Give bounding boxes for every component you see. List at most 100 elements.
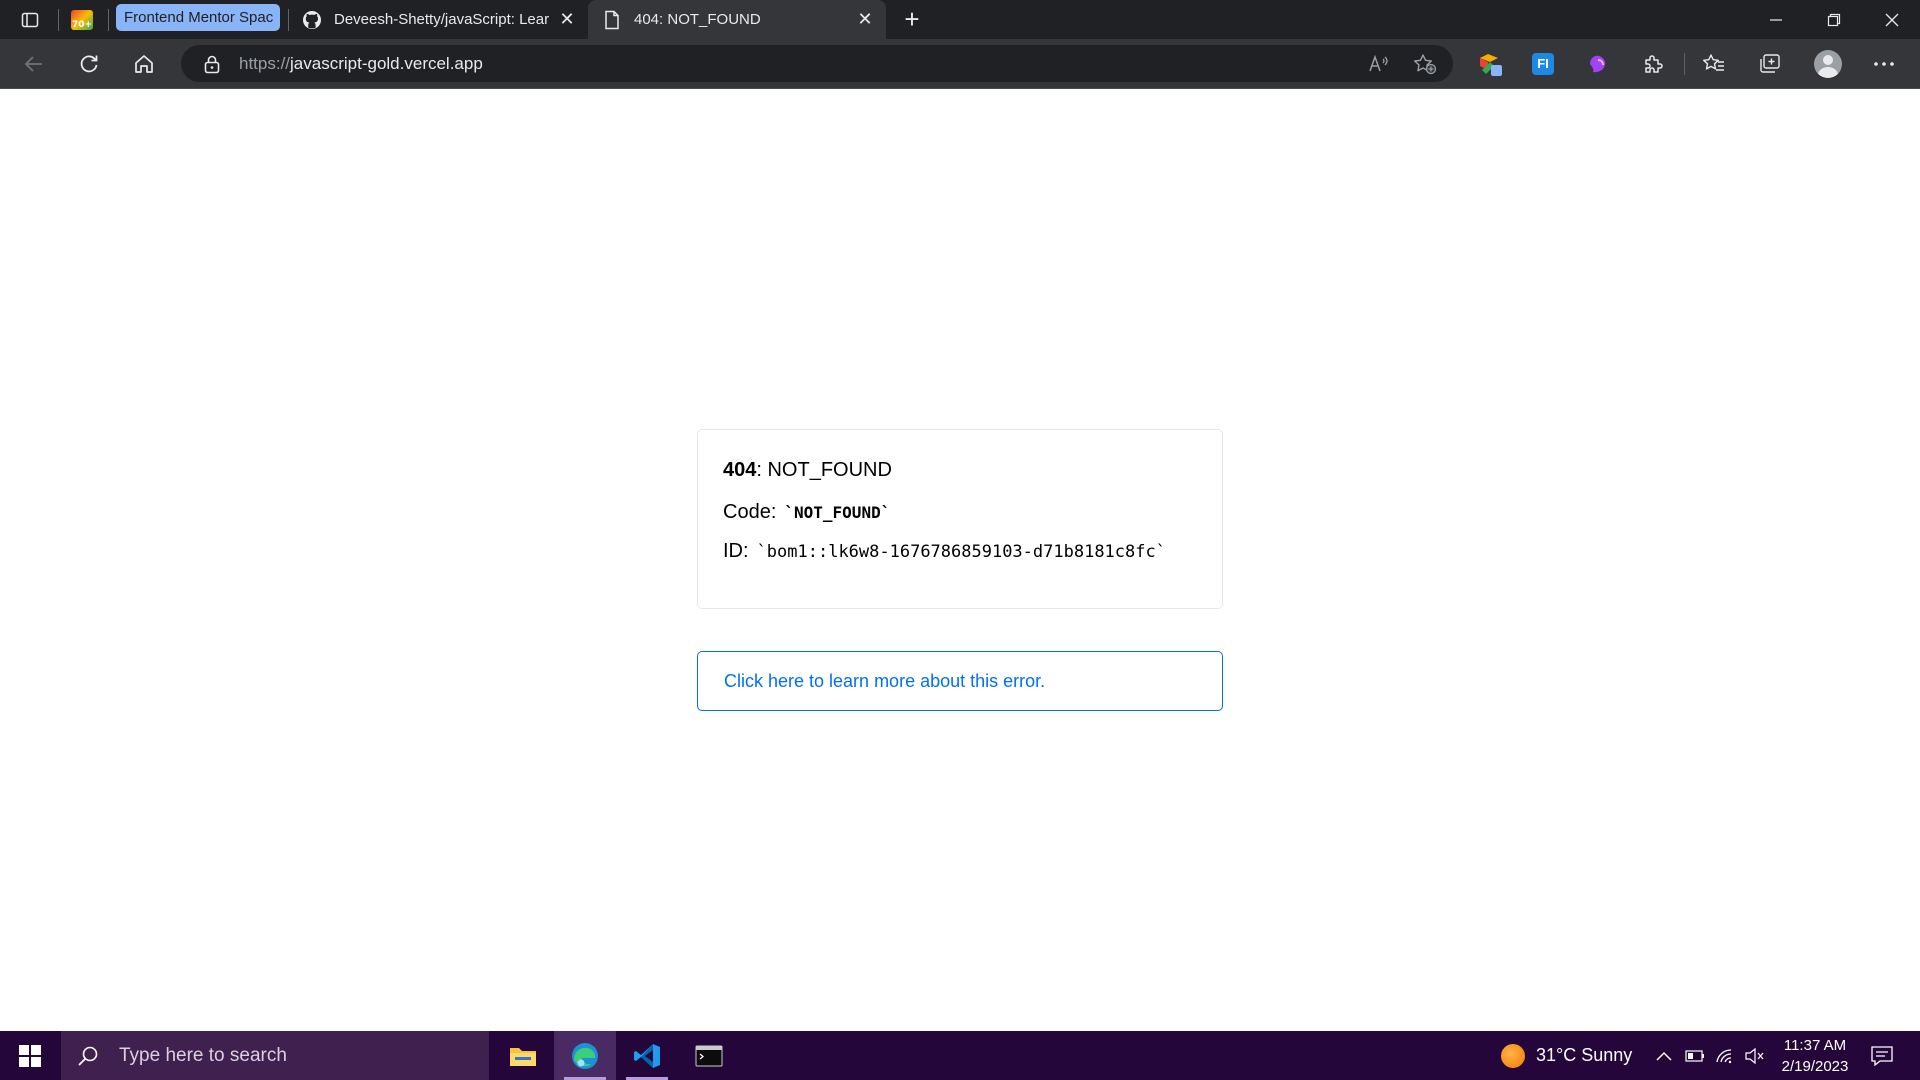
pinned-tab[interactable]: 70+ [64, 0, 100, 39]
clock-button[interactable]: 11:37 AM 2/19/2023 [1772, 1031, 1858, 1080]
lock-icon[interactable] [199, 54, 225, 74]
tab-separator [108, 9, 109, 31]
refresh-icon [80, 55, 98, 72]
error-card: 404: NOT_FOUND Code: `NOT_FOUND` ID: `bo… [697, 429, 1223, 609]
browser-toolbar: https://javascript-gold.vercel.app FI [0, 39, 1920, 89]
home-icon [135, 54, 153, 73]
settings-more-button[interactable] [1862, 39, 1906, 88]
battery-button[interactable] [1682, 1031, 1708, 1080]
tab-actions-icon [21, 12, 39, 27]
error-id-label: ID: [723, 540, 749, 562]
page-icon [602, 10, 622, 30]
read-aloud-icon [1369, 54, 1388, 71]
extension-button-purple[interactable] [1576, 39, 1620, 88]
search-placeholder: Type here to search [119, 1044, 287, 1066]
profile-button[interactable] [1806, 39, 1850, 88]
read-aloud-button[interactable] [1359, 45, 1399, 82]
clock-time: 11:37 AM [1783, 1036, 1847, 1054]
extensions-button[interactable] [1631, 39, 1675, 88]
collections-button[interactable] [1748, 39, 1792, 88]
taskbar-edge[interactable] [554, 1031, 616, 1080]
learn-more-error-link[interactable]: Click here to learn more about this erro… [697, 651, 1223, 711]
pinned-tab-badge: 70+ [71, 19, 93, 30]
favorites-list-icon [1703, 53, 1724, 71]
speaker-muted-icon [1745, 1047, 1764, 1064]
tab-github-javascript[interactable]: Deveesh-Shetty/javaScript: Learn ✕ [298, 0, 588, 39]
star-add-icon [1414, 53, 1437, 74]
clock-date: 2/19/2023 [1781, 1057, 1849, 1075]
tab-close-button[interactable]: ✕ [854, 9, 876, 31]
chevron-up-icon [1656, 1051, 1672, 1061]
terminal-icon [695, 1045, 723, 1066]
new-tab-button[interactable]: + [894, 0, 930, 39]
puzzle-icon [1645, 54, 1663, 73]
tab-group-frontend-mentor[interactable]: Frontend Mentor Spac [116, 4, 280, 31]
url-host: javascript-gold.vercel.app [290, 53, 483, 73]
error-code-value: `NOT_FOUND` [784, 503, 891, 522]
clock: 11:37 AM 2/19/2023 [1782, 1035, 1849, 1077]
tab-group-label: Frontend Mentor Spac [124, 9, 274, 26]
toolbar-separator [1684, 53, 1685, 75]
tab-close-button[interactable]: ✕ [556, 9, 578, 31]
volume-button[interactable] [1742, 1031, 1768, 1080]
more-icon [1874, 61, 1894, 66]
close-window-button[interactable] [1864, 0, 1920, 39]
sun-icon [1501, 1043, 1525, 1068]
back-arrow-icon [24, 55, 42, 72]
extension-button-colorful[interactable] [1468, 39, 1512, 88]
url-text: https://javascript-gold.vercel.app [239, 54, 483, 74]
extension-button-fi[interactable]: FI [1521, 39, 1565, 88]
tab-404-not-found[interactable]: 404: NOT_FOUND ✕ [588, 0, 886, 39]
extension-colorful-icon [1480, 53, 1502, 76]
minimize-button[interactable] [1748, 0, 1804, 39]
error-title: 404: NOT_FOUND [723, 459, 1197, 482]
weather-widget[interactable]: 31°C Sunny [1536, 1031, 1640, 1080]
collections-icon [1760, 53, 1780, 73]
error-status-code: 404 [723, 459, 757, 481]
avatar [1814, 49, 1842, 78]
add-favorite-button[interactable] [1405, 45, 1445, 82]
start-button[interactable] [0, 1031, 60, 1080]
windows-logo-icon [19, 1044, 41, 1067]
plus-icon: + [904, 4, 920, 34]
taskbar-search-box[interactable]: Type here to search [61, 1031, 489, 1080]
taskbar-vscode[interactable] [616, 1031, 678, 1080]
page-content: 404: NOT_FOUND Code: `NOT_FOUND` ID: `bo… [0, 89, 1920, 1031]
tab-title: Deveesh-Shetty/javaScript: Learn [334, 11, 550, 28]
close-icon [1885, 13, 1899, 26]
minimize-icon [1770, 18, 1782, 21]
tab-actions-menu-button[interactable] [10, 0, 50, 39]
pinned-tab-favicon: 70+ [71, 9, 93, 30]
favorites-button[interactable] [1692, 39, 1736, 88]
tab-separator [58, 9, 59, 31]
back-button[interactable] [12, 39, 56, 88]
error-id-row: ID: `bom1::lk6w8-1676786859103-d71b8181c… [723, 540, 1197, 563]
tab-separator [288, 9, 289, 31]
github-icon [302, 10, 322, 30]
show-hidden-icons-button[interactable] [1652, 1031, 1676, 1080]
taskbar-file-explorer[interactable] [492, 1031, 554, 1080]
purple-extension-icon [1590, 55, 1606, 72]
wifi-icon [1716, 1048, 1732, 1063]
notifications-button[interactable] [1862, 1031, 1902, 1080]
home-button[interactable] [122, 39, 166, 88]
network-button[interactable] [1712, 1031, 1738, 1080]
edge-browser-icon [572, 1042, 598, 1069]
restore-icon [1827, 13, 1841, 26]
refresh-button[interactable] [67, 39, 111, 88]
search-icon [77, 1045, 99, 1067]
windows-taskbar: Type here to search 31°C Sunny 11:37 AM … [0, 1031, 1920, 1080]
folder-icon [510, 1047, 536, 1066]
error-id-value: `bom1::lk6w8-1676786859103-d71b8181c8fc` [756, 542, 1166, 562]
restore-button[interactable] [1806, 0, 1862, 39]
address-bar[interactable]: https://javascript-gold.vercel.app [181, 45, 1453, 82]
battery-icon [1685, 1049, 1704, 1062]
error-status-text: : NOT_FOUND [756, 459, 892, 481]
notification-icon [1871, 1045, 1893, 1066]
weather-text: 31°C Sunny [1536, 1045, 1633, 1065]
taskbar-terminal[interactable] [678, 1031, 740, 1080]
error-code-label: Code: [723, 501, 777, 523]
weather-widget-icon[interactable] [1498, 1031, 1528, 1080]
error-code-row: Code: `NOT_FOUND` [723, 501, 1197, 524]
fi-extension-icon: FI [1532, 52, 1554, 75]
